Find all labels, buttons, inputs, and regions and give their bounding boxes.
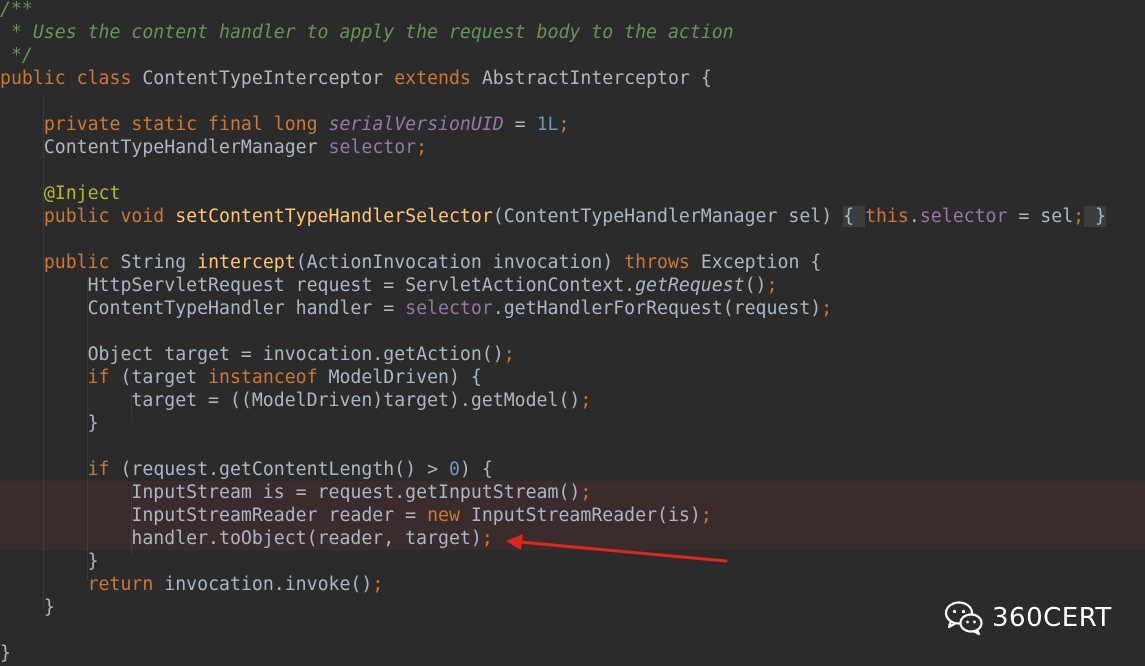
- wechat-icon: [944, 601, 983, 636]
- watermark-text: 360CERT: [992, 603, 1112, 633]
- code-editor[interactable]: /** * Uses the content handler to apply …: [0, 0, 1145, 666]
- red-arrow-annotation: [506, 534, 728, 563]
- watermark: 360CERT: [944, 598, 1112, 638]
